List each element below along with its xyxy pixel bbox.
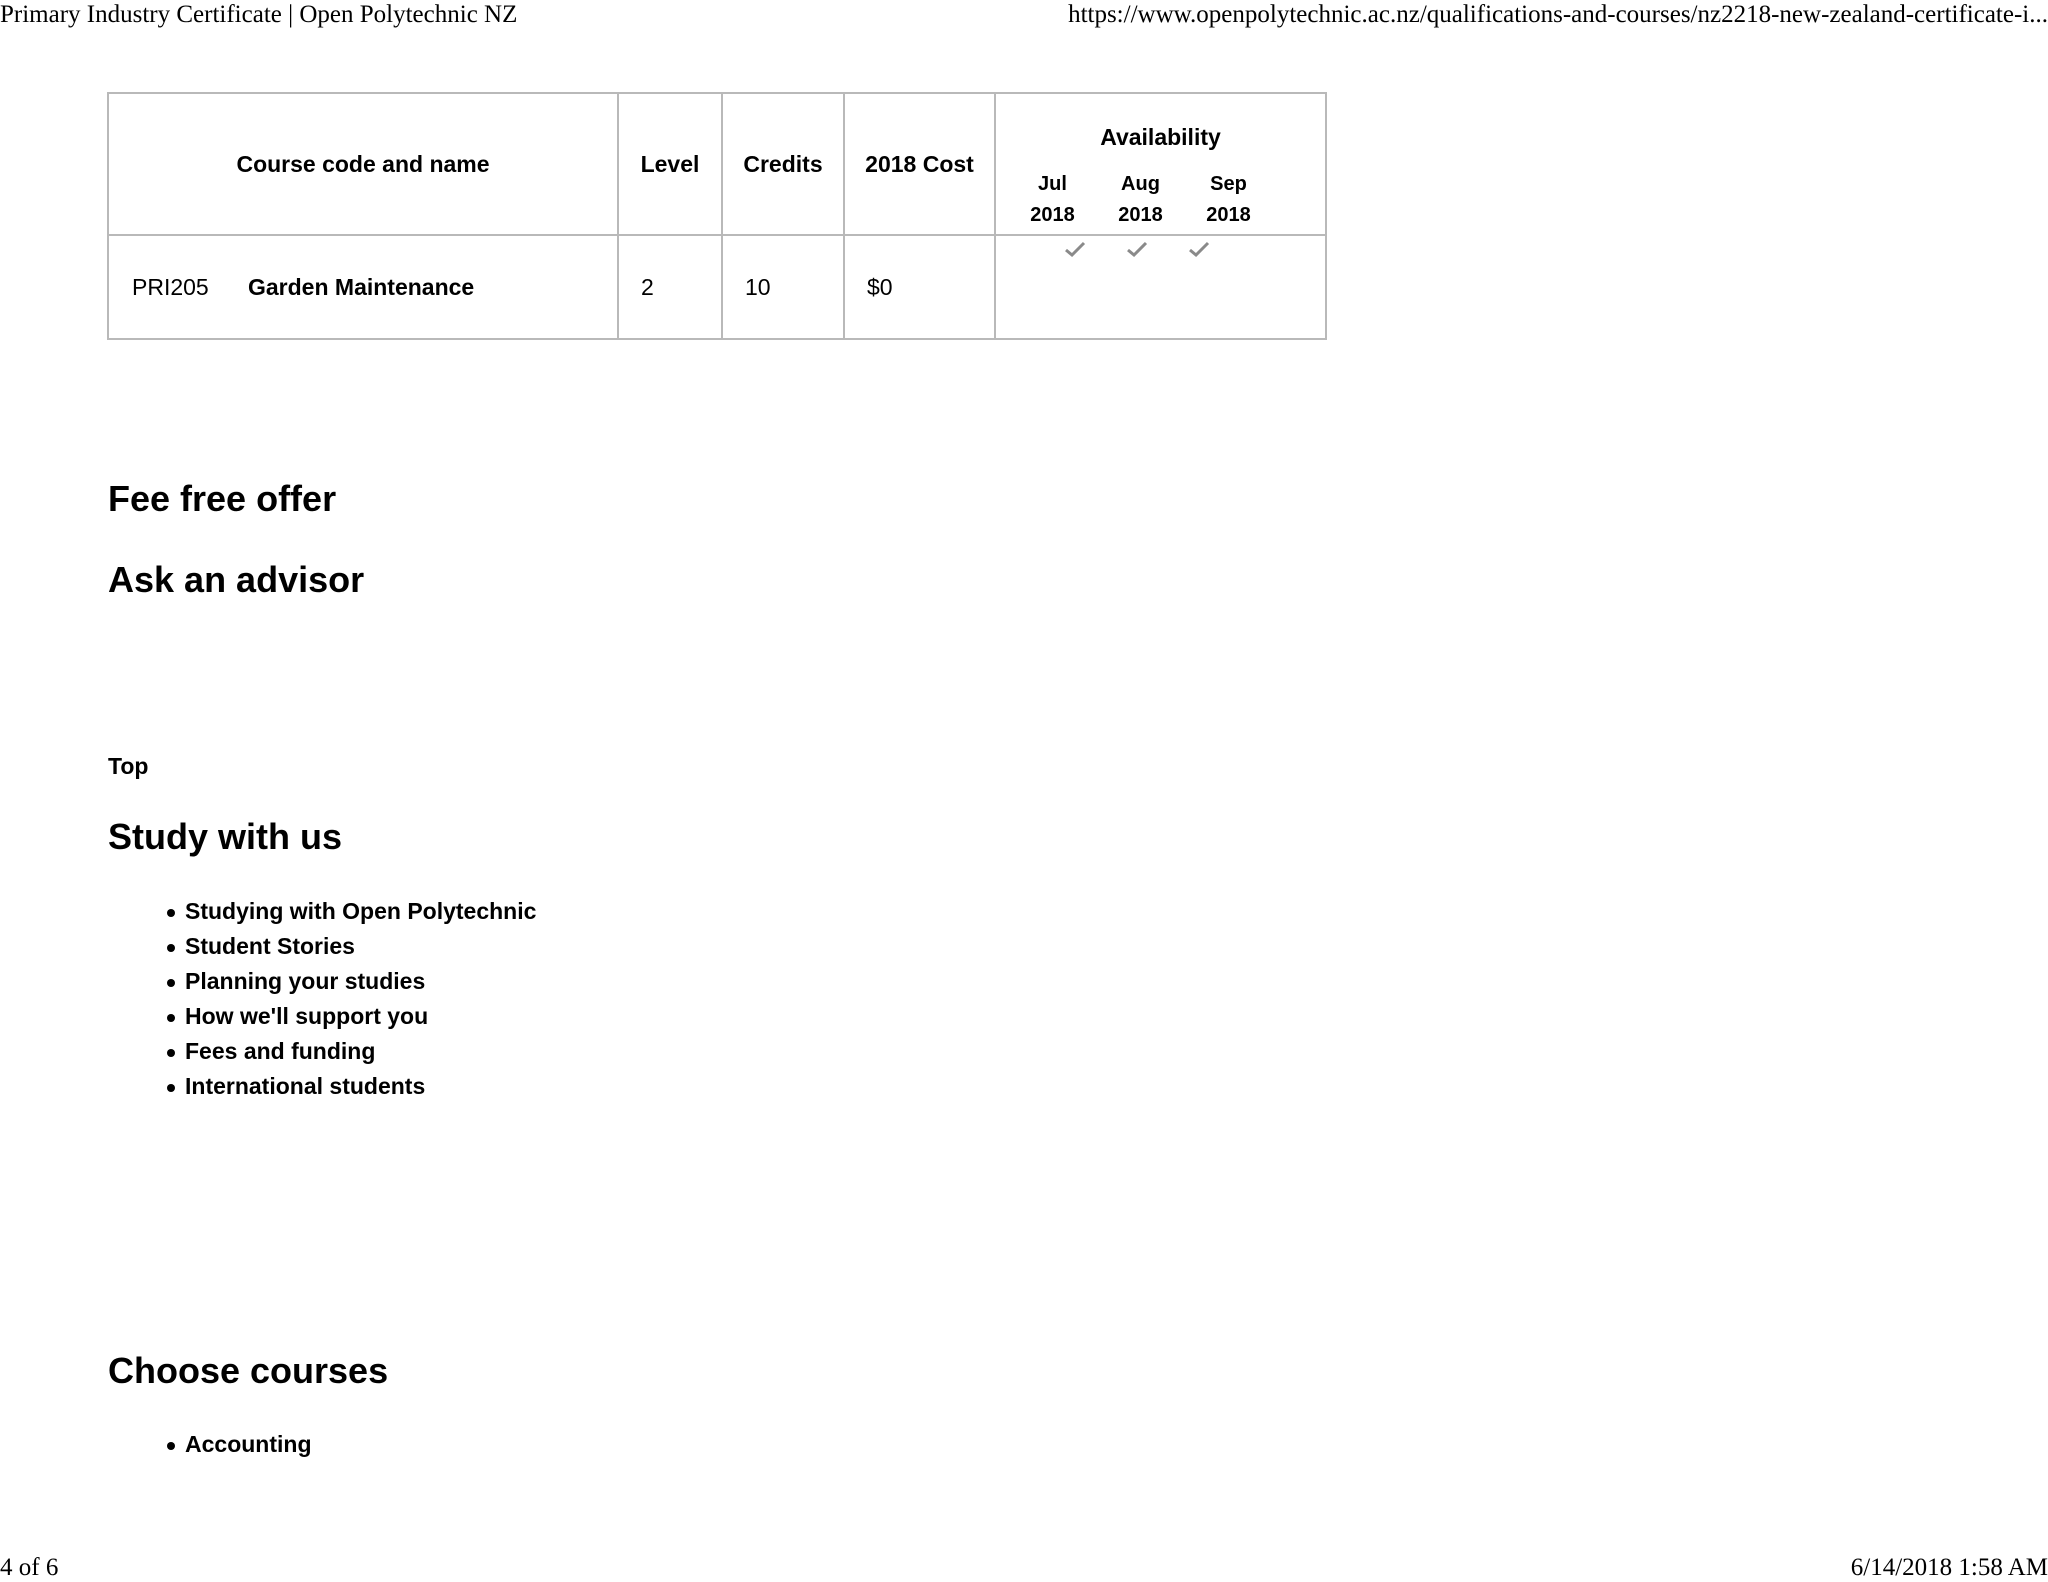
checkmark-icon bbox=[1127, 241, 1148, 258]
month-sep: Sep 2018 bbox=[1196, 169, 1262, 231]
month-label: Aug bbox=[1121, 173, 1160, 195]
course-cost: $0 bbox=[843, 234, 996, 340]
course-table: Course code and name Level Credits 2018 … bbox=[107, 92, 1327, 340]
list-item[interactable]: Planning your studies bbox=[166, 964, 536, 999]
print-header-title: Primary Industry Certificate | Open Poly… bbox=[0, 1, 518, 28]
print-header-url: https://www.openpolytechnic.ac.nz/qualif… bbox=[1068, 1, 2048, 28]
month-year: 2018 bbox=[1118, 204, 1163, 226]
course-credits: 10 bbox=[721, 234, 845, 340]
study-links-list: Studying with Open Polytechnic Student S… bbox=[166, 894, 536, 1104]
list-item[interactable]: International students bbox=[166, 1069, 536, 1104]
month-year: 2018 bbox=[1206, 204, 1251, 226]
column-header-availability: Availability Jul 2018 Aug 2018 Sep 2018 bbox=[994, 92, 1327, 236]
top-link[interactable]: Top bbox=[108, 753, 148, 780]
course-code: PRI205 bbox=[132, 273, 209, 300]
print-footer-datetime: 6/14/2018 1:58 AM bbox=[1850, 1554, 2048, 1581]
list-item[interactable]: How we'll support you bbox=[166, 999, 536, 1034]
column-header-course: Course code and name bbox=[107, 92, 619, 236]
list-item[interactable]: Fees and funding bbox=[166, 1034, 536, 1069]
course-name-link[interactable]: Garden Maintenance bbox=[248, 274, 474, 301]
month-label: Sep bbox=[1210, 173, 1247, 195]
month-year: 2018 bbox=[1030, 204, 1075, 226]
checkmark-icon bbox=[1065, 241, 1086, 258]
ask-advisor-heading[interactable]: Ask an advisor bbox=[108, 559, 364, 601]
course-level: 2 bbox=[617, 234, 723, 340]
month-jul: Jul 2018 bbox=[1020, 169, 1086, 231]
availability-months: Jul 2018 Aug 2018 Sep 2018 bbox=[956, 169, 1325, 231]
course-links-list: Accounting bbox=[167, 1427, 312, 1462]
column-header-credits: Credits bbox=[721, 92, 845, 236]
fee-free-offer-heading[interactable]: Fee free offer bbox=[108, 478, 336, 520]
table-header-row: Course code and name Level Credits 2018 … bbox=[107, 92, 1327, 236]
course-cell: PRI205 Garden Maintenance bbox=[107, 234, 619, 340]
study-with-us-heading: Study with us bbox=[108, 816, 342, 857]
availability-cell bbox=[994, 234, 1327, 340]
month-aug: Aug 2018 bbox=[1108, 169, 1174, 231]
column-header-level: Level bbox=[617, 92, 723, 236]
checkmark-icon bbox=[1189, 241, 1210, 258]
table-row: PRI205 Garden Maintenance 2 10 $0 bbox=[107, 234, 1327, 340]
list-item[interactable]: Studying with Open Polytechnic bbox=[166, 894, 536, 929]
list-item[interactable]: Student Stories bbox=[166, 929, 536, 964]
choose-courses-heading: Choose courses bbox=[108, 1350, 389, 1391]
print-footer-page: 4 of 6 bbox=[0, 1554, 59, 1581]
availability-title: Availability bbox=[1100, 124, 1221, 150]
list-item[interactable]: Accounting bbox=[167, 1427, 312, 1462]
month-label: Jul bbox=[1038, 173, 1067, 195]
